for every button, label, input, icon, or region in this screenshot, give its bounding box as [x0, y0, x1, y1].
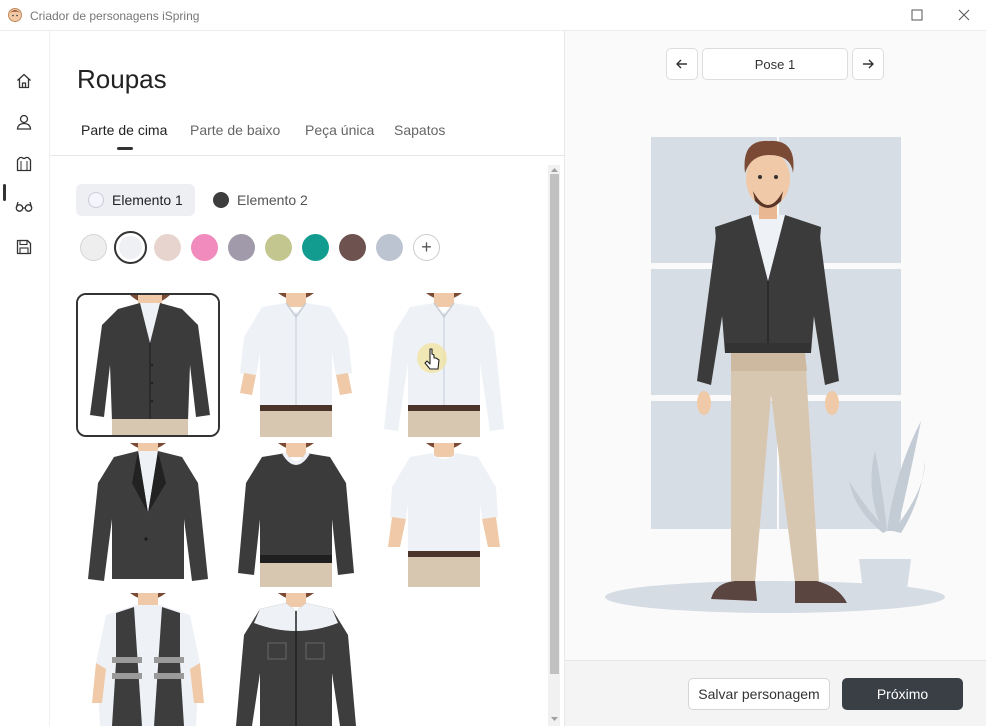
panel-title: Roupas [77, 64, 167, 94]
arrow-right-icon [863, 59, 874, 69]
tab-sapatos[interactable]: Sapatos [394, 122, 445, 138]
save-icon [16, 239, 32, 255]
color-swatch-3[interactable] [154, 234, 181, 261]
user-icon [16, 114, 32, 130]
garment-short-sleeve-shirt[interactable] [224, 293, 368, 437]
element-2-tab[interactable]: Elemento 2 [201, 184, 320, 216]
rail-accessories-button[interactable] [9, 191, 39, 221]
mouse-cursor-icon [417, 343, 447, 373]
close-icon [958, 9, 970, 21]
color-swatch-1[interactable] [80, 234, 107, 261]
preview-footer: Salvar personagem Próximo [565, 660, 986, 726]
save-character-button[interactable]: Salvar personagem [688, 678, 830, 710]
maximize-button[interactable] [905, 4, 929, 26]
element-1-color-dot [88, 192, 104, 208]
t-shirt-thumbnail [388, 443, 500, 587]
rail-active-indicator [3, 184, 6, 201]
color-swatch-4[interactable] [191, 234, 218, 261]
tabs-divider [50, 155, 565, 156]
rail-body-button[interactable] [9, 107, 39, 137]
rail-save-button[interactable] [9, 232, 39, 262]
color-swatch-6[interactable] [265, 234, 292, 261]
color-swatch-2[interactable] [114, 231, 147, 264]
element-1-tab[interactable]: Elemento 1 [76, 184, 195, 216]
safety-vest-thumbnail [92, 593, 204, 726]
window-title: Criador de personagens iSpring [30, 9, 200, 23]
short-sleeve-shirt-thumbnail [240, 293, 352, 437]
garment-cardigan[interactable] [76, 293, 220, 437]
character-illustration [605, 137, 945, 613]
character-preview: Pose 1 [565, 31, 986, 660]
color-swatch-7[interactable] [302, 234, 329, 261]
glasses-icon [15, 201, 33, 212]
color-swatch-9[interactable] [376, 234, 403, 261]
scroll-up-icon[interactable] [550, 166, 559, 174]
element-2-color-dot [213, 192, 229, 208]
tab-parte-de-cima[interactable]: Parte de cima [81, 122, 167, 138]
maximize-icon [911, 9, 923, 21]
title-bar: Criador de personagens iSpring [0, 0, 986, 31]
color-swatch-8[interactable] [339, 234, 366, 261]
next-button[interactable]: Próximo [842, 678, 963, 710]
garment-t-shirt[interactable] [372, 443, 516, 587]
app-logo-icon [8, 8, 22, 22]
pose-label: Pose 1 [702, 48, 848, 80]
color-swatch-5[interactable] [228, 234, 255, 261]
home-icon [17, 73, 31, 89]
cardigan-thumbnail [78, 295, 218, 435]
next-pose-button[interactable] [852, 48, 884, 80]
blazer-thumbnail [88, 443, 208, 581]
tab-parte-de-baixo[interactable]: Parte de baixo [190, 122, 280, 138]
garment-sweater[interactable] [224, 443, 368, 587]
element-2-label: Elemento 2 [237, 192, 308, 208]
add-color-button[interactable]: + [413, 234, 440, 261]
close-button[interactable] [952, 4, 976, 26]
garment-grid [76, 293, 516, 726]
nav-rail [0, 31, 50, 726]
element-1-label: Elemento 1 [112, 192, 183, 208]
previous-pose-button[interactable] [666, 48, 698, 80]
scroll-down-icon[interactable] [550, 715, 559, 723]
rail-clothes-button[interactable] [9, 149, 39, 179]
arrow-left-icon [676, 59, 687, 69]
garment-scrollbar-thumb[interactable] [550, 174, 559, 674]
rail-home-button[interactable] [9, 66, 39, 96]
active-tab-indicator [117, 147, 133, 150]
work-jacket-thumbnail [236, 593, 356, 726]
garment-work-jacket[interactable] [224, 593, 368, 726]
app-window: Criador de personagens iSpring Roupas Pa [0, 0, 986, 726]
sweater-thumbnail [238, 443, 354, 587]
garment-safety-vest[interactable] [76, 593, 220, 726]
garment-blazer[interactable] [76, 443, 220, 587]
shirt-icon [16, 156, 32, 172]
tab-peca-unica[interactable]: Peça única [305, 122, 374, 138]
clothes-panel: Roupas Parte de cima Parte de baixo Peça… [50, 31, 565, 726]
